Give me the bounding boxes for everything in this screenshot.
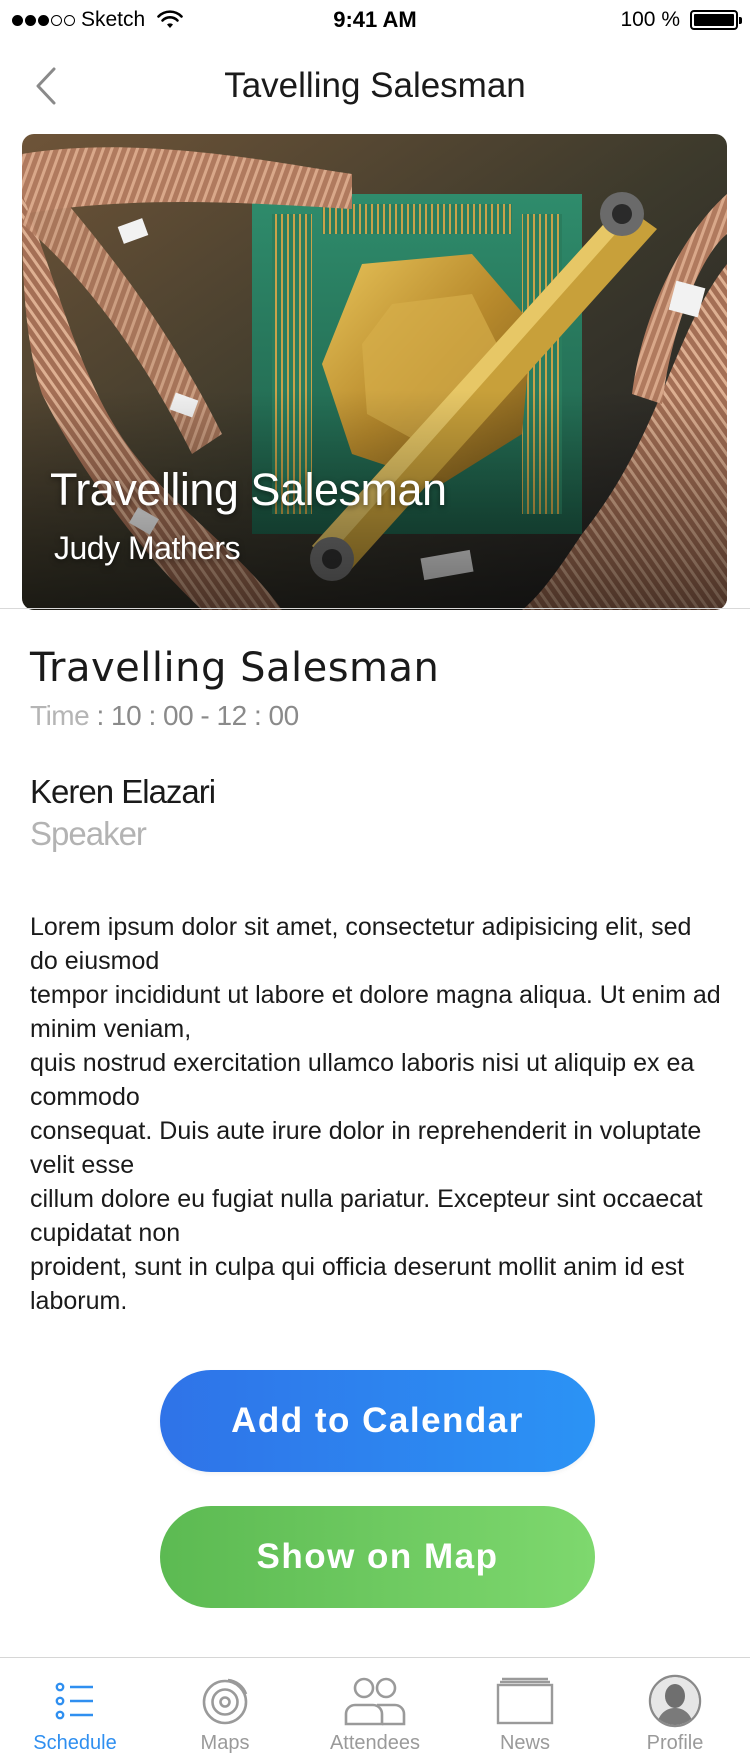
nav-bar: Tavelling Salesman bbox=[0, 40, 750, 132]
tab-maps[interactable]: Maps bbox=[150, 1658, 300, 1758]
description-line: tempor incididunt ut labore et dolore ma… bbox=[30, 981, 721, 1043]
signal-icon bbox=[12, 14, 75, 26]
status-bar: Sketch 9:41 AM 100 % bbox=[0, 0, 750, 40]
time-label: Time bbox=[30, 700, 90, 731]
tab-bar: Schedule Maps Attendees News Profile bbox=[0, 1657, 750, 1758]
status-left: Sketch bbox=[12, 8, 620, 32]
battery-icon bbox=[690, 10, 742, 30]
hero-title: Travelling Salesman bbox=[50, 464, 447, 515]
session-title: Travelling Salesman bbox=[30, 645, 440, 691]
chevron-left-icon bbox=[36, 67, 56, 105]
battery-fill bbox=[694, 14, 734, 26]
description-line: Lorem ipsum dolor sit amet, consectetur … bbox=[30, 913, 692, 975]
tab-schedule[interactable]: Schedule bbox=[0, 1658, 150, 1758]
add-to-calendar-button[interactable]: Add to Calendar bbox=[160, 1370, 595, 1472]
tab-label: Maps bbox=[200, 1732, 250, 1754]
avatar-icon bbox=[648, 1674, 702, 1728]
hero-subtitle: Judy Mathers bbox=[54, 530, 241, 566]
speaker-name: Keren Elazari bbox=[30, 773, 216, 810]
tab-attendees[interactable]: Attendees bbox=[300, 1658, 450, 1758]
people-icon bbox=[344, 1674, 406, 1728]
back-button[interactable] bbox=[26, 62, 66, 110]
target-icon bbox=[201, 1674, 249, 1728]
session-time: Time : 10 : 00 - 12 : 00 bbox=[30, 700, 299, 732]
tab-label: News bbox=[499, 1732, 550, 1754]
session-description: Lorem ipsum dolor sit amet, consectetur … bbox=[30, 910, 725, 1318]
newspaper-icon bbox=[496, 1674, 554, 1728]
description-line: proident, sunt in culpa qui officia dese… bbox=[30, 1253, 685, 1315]
section-divider bbox=[0, 608, 750, 609]
speaker-role: Speaker bbox=[30, 815, 147, 852]
time-value: : 10 : 00 - 12 : 00 bbox=[89, 700, 299, 731]
tab-profile[interactable]: Profile bbox=[600, 1658, 750, 1758]
tab-news[interactable]: News bbox=[450, 1658, 600, 1758]
status-right: 100 % bbox=[620, 8, 742, 32]
carrier-label: Sketch bbox=[81, 8, 146, 31]
page-title: Tavelling Salesman bbox=[224, 66, 526, 105]
description-line: consequat. Duis aute irure dolor in repr… bbox=[30, 1117, 702, 1179]
show-on-map-button[interactable]: Show on Map bbox=[160, 1506, 595, 1608]
hero-image: Travelling Salesman Judy Mathers bbox=[22, 134, 727, 610]
battery-percent: 100 % bbox=[620, 8, 680, 31]
description-line: quis nostrud exercitation ullamco labori… bbox=[30, 1049, 695, 1111]
list-icon bbox=[55, 1674, 95, 1728]
tab-label: Schedule bbox=[33, 1732, 117, 1754]
wifi-icon bbox=[157, 10, 184, 28]
description-line: cillum dolore eu fugiat nulla pariatur. … bbox=[30, 1185, 703, 1247]
tab-label: Attendees bbox=[329, 1732, 421, 1754]
tab-label: Profile bbox=[646, 1732, 704, 1754]
